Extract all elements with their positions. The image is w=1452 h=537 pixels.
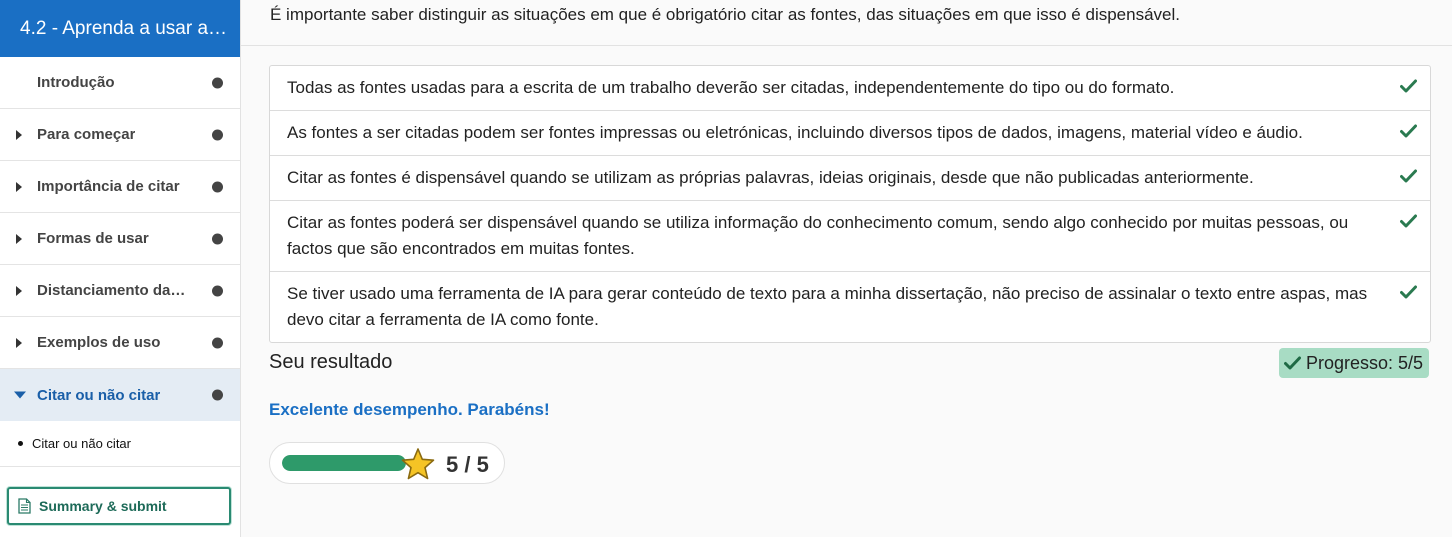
module-title[interactable]: 4.2 - Aprenda a usar a in… xyxy=(0,0,240,57)
status-dot xyxy=(212,129,223,140)
sidebar-item-label: Formas de usar xyxy=(37,230,149,247)
main-content: É importante saber distinguir as situaçõ… xyxy=(241,0,1452,537)
sidebar-item-label: Introdução xyxy=(37,74,115,91)
summary-submit-button[interactable]: Summary & submit xyxy=(7,487,231,525)
module-title-text: 4.2 - Aprenda a usar a in… xyxy=(20,17,228,39)
bullet-icon xyxy=(18,441,23,446)
divider xyxy=(241,45,1452,46)
score-bar-fill xyxy=(282,455,406,471)
check-icon xyxy=(1284,356,1301,370)
sidebar: 4.2 - Aprenda a usar a in… Introdução Pa… xyxy=(0,0,241,537)
sidebar-item-label: Importância de citar xyxy=(37,178,180,195)
sidebar-item-importancia-de-citar[interactable]: Importância de citar xyxy=(0,161,240,213)
statement-text: Citar as fontes é dispensável quando se … xyxy=(287,168,1254,187)
result-title: Seu resultado xyxy=(269,351,393,373)
sidebar-subitem-label: Citar ou não citar xyxy=(32,436,131,451)
caret-right-icon xyxy=(16,337,22,348)
instruction-text: É importante saber distinguir as situaçõ… xyxy=(270,5,1180,24)
status-dot xyxy=(212,233,223,244)
sidebar-item-formas-de-usar[interactable]: Formas de usar xyxy=(0,213,240,265)
feedback-message: Excelente desempenho. Parabéns! xyxy=(269,400,550,419)
check-icon xyxy=(1400,79,1417,93)
statement-text: Citar as fontes poderá ser dispensável q… xyxy=(287,213,1349,258)
status-dot xyxy=(212,389,223,401)
progress-label: Progresso: 5/5 xyxy=(1306,352,1424,373)
status-dot xyxy=(212,77,223,88)
statement-row[interactable]: As fontes a ser citadas podem ser fontes… xyxy=(270,111,1430,156)
score-indicator: 5 / 5 xyxy=(269,442,505,484)
statement-list: Todas as fontes usadas para a escrita de… xyxy=(269,65,1431,343)
statement-row[interactable]: Todas as fontes usadas para a escrita de… xyxy=(270,66,1430,111)
caret-right-icon xyxy=(16,285,22,296)
sidebar-subitem-citar-ou-nao-citar[interactable]: Citar ou não citar xyxy=(0,421,240,467)
star-icon xyxy=(401,448,435,480)
status-dot xyxy=(212,337,223,348)
check-icon xyxy=(1400,124,1417,138)
caret-down-icon xyxy=(14,391,26,399)
score-bar xyxy=(282,455,406,471)
status-dot xyxy=(212,285,223,296)
check-icon xyxy=(1400,169,1417,183)
sidebar-item-introducao[interactable]: Introdução xyxy=(0,57,240,109)
sidebar-item-citar-ou-nao-citar[interactable]: Citar ou não citar xyxy=(0,369,240,421)
sidebar-item-label: Distanciamento da… xyxy=(37,282,186,299)
sidebar-item-label: Exemplos de uso xyxy=(37,334,161,351)
statement-text: As fontes a ser citadas podem ser fontes… xyxy=(287,123,1303,142)
sidebar-item-exemplos-de-uso[interactable]: Exemplos de uso xyxy=(0,317,240,369)
status-dot xyxy=(212,181,223,192)
statement-text: Se tiver usado uma ferramenta de IA para… xyxy=(287,284,1368,329)
summary-submit-label: Summary & submit xyxy=(39,498,167,514)
score-text: 5 / 5 xyxy=(446,452,489,477)
check-icon xyxy=(1400,285,1417,299)
caret-right-icon xyxy=(16,233,22,244)
check-icon xyxy=(1400,214,1417,228)
statement-text: Todas as fontes usadas para a escrita de… xyxy=(287,78,1175,97)
caret-right-icon xyxy=(16,181,22,192)
sidebar-item-label: Para começar xyxy=(37,126,136,143)
progress-badge: Progresso: 5/5 xyxy=(1279,348,1430,378)
statement-row[interactable]: Citar as fontes é dispensável quando se … xyxy=(270,156,1430,201)
document-icon xyxy=(18,498,31,514)
sidebar-item-para-comecar[interactable]: Para começar xyxy=(0,109,240,161)
sidebar-item-label: Citar ou não citar xyxy=(37,386,161,404)
sidebar-item-distanciamento[interactable]: Distanciamento da… xyxy=(0,265,240,317)
statement-row[interactable]: Citar as fontes poderá ser dispensável q… xyxy=(270,201,1430,272)
caret-right-icon xyxy=(16,129,22,140)
statement-row[interactable]: Se tiver usado uma ferramenta de IA para… xyxy=(270,272,1430,342)
